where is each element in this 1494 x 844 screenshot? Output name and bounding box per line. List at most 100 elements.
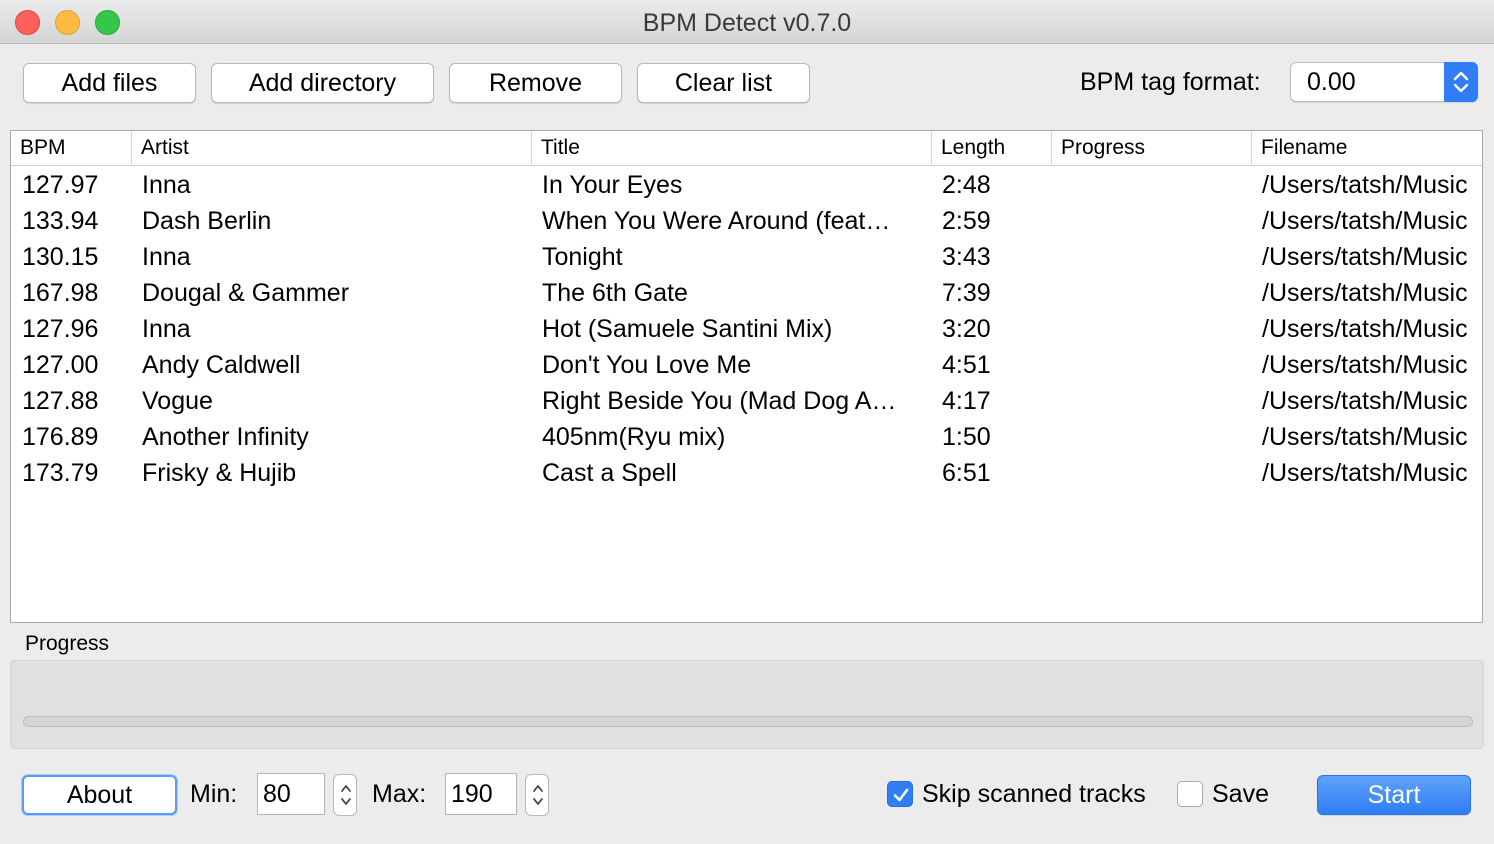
max-bpm-input[interactable]: 190 — [445, 773, 517, 815]
table-row[interactable]: 127.97 Inna In Your Eyes 2:48 /Users/tat… — [11, 167, 1482, 203]
cell-filename: /Users/tatsh/Music — [1262, 423, 1468, 451]
cell-artist: Dougal & Gammer — [142, 279, 350, 307]
about-button[interactable]: About — [22, 775, 177, 815]
start-button[interactable]: Start — [1317, 775, 1471, 815]
skip-scanned-checkbox[interactable] — [887, 781, 913, 807]
cell-bpm: 127.88 — [22, 387, 99, 415]
cell-title: Hot (Samuele Santini Mix) — [542, 315, 833, 343]
cell-filename: /Users/tatsh/Music — [1262, 387, 1468, 415]
cell-bpm: 173.79 — [22, 459, 99, 487]
cell-length: 2:48 — [942, 171, 991, 199]
cell-filename: /Users/tatsh/Music — [1262, 171, 1468, 199]
column-header-artist[interactable]: Artist — [131, 131, 531, 166]
cell-length: 1:50 — [942, 423, 991, 451]
max-label: Max: — [372, 780, 427, 808]
cell-progress — [1051, 383, 1251, 419]
cell-progress — [1051, 455, 1251, 491]
checkmark-icon — [893, 788, 909, 802]
progress-group-label: Progress — [25, 632, 110, 655]
remove-button[interactable]: Remove — [449, 63, 622, 103]
cell-progress — [1051, 203, 1251, 239]
cell-artist: Vogue — [142, 387, 213, 415]
window-title: BPM Detect v0.7.0 — [642, 9, 852, 37]
table-header: BPM Artist Title Length Progress Filenam… — [11, 131, 1482, 166]
cell-title: Don't You Love Me — [542, 351, 752, 379]
clear-list-button[interactable]: Clear list — [637, 63, 810, 103]
progress-group — [10, 660, 1484, 749]
bpm-tag-format-select[interactable]: 0.00 — [1290, 62, 1478, 102]
tracks-table[interactable]: BPM Artist Title Length Progress Filenam… — [10, 130, 1483, 623]
table-row[interactable]: 176.89 Another Infinity 405nm(Ryu mix) 1… — [11, 419, 1482, 455]
bpm-tag-format-value: 0.00 — [1307, 68, 1356, 96]
cell-artist: Inna — [142, 171, 191, 199]
cell-artist: Inna — [142, 243, 191, 271]
cell-bpm: 176.89 — [22, 423, 99, 451]
cell-artist: Another Infinity — [142, 423, 309, 451]
skip-scanned-label[interactable]: Skip scanned tracks — [922, 780, 1146, 809]
cell-title: Tonight — [542, 243, 623, 271]
add-files-button[interactable]: Add files — [23, 63, 196, 103]
add-directory-button[interactable]: Add directory — [211, 63, 434, 103]
cell-title: Cast a Spell — [542, 459, 677, 487]
cell-progress — [1051, 239, 1251, 275]
table-body: 127.97 Inna In Your Eyes 2:48 /Users/tat… — [11, 167, 1482, 491]
cell-progress — [1051, 347, 1251, 383]
cell-filename: /Users/tatsh/Music — [1262, 351, 1468, 379]
table-row[interactable]: 167.98 Dougal & Gammer The 6th Gate 7:39… — [11, 275, 1482, 311]
max-bpm-stepper[interactable] — [525, 774, 549, 816]
cell-artist: Inna — [142, 315, 191, 343]
save-label[interactable]: Save — [1212, 780, 1269, 809]
cell-title: In Your Eyes — [542, 171, 683, 199]
cell-bpm: 130.15 — [22, 243, 99, 271]
table-row[interactable]: 130.15 Inna Tonight 3:43 /Users/tatsh/Mu… — [11, 239, 1482, 275]
cell-title: 405nm(Ryu mix) — [542, 423, 726, 451]
cell-filename: /Users/tatsh/Music — [1262, 207, 1468, 235]
cell-bpm: 167.98 — [22, 279, 99, 307]
cell-length: 7:39 — [942, 279, 991, 307]
cell-progress — [1051, 419, 1251, 455]
cell-title: When You Were Around (feat… — [542, 207, 891, 235]
table-row[interactable]: 127.88 Vogue Right Beside You (Mad Dog A… — [11, 383, 1482, 419]
bpm-tag-format-label: BPM tag format: — [1080, 68, 1261, 96]
column-header-filename[interactable]: Filename — [1251, 131, 1482, 166]
cell-bpm: 127.96 — [22, 315, 99, 343]
table-row[interactable]: 127.96 Inna Hot (Samuele Santini Mix) 3:… — [11, 311, 1482, 347]
table-row[interactable]: 127.00 Andy Caldwell Don't You Love Me 4… — [11, 347, 1482, 383]
column-header-length[interactable]: Length — [931, 131, 1051, 166]
min-label: Min: — [190, 780, 238, 808]
column-header-title[interactable]: Title — [531, 131, 931, 166]
cell-progress — [1051, 311, 1251, 347]
cell-bpm: 127.97 — [22, 171, 99, 199]
cell-bpm: 133.94 — [22, 207, 99, 235]
cell-artist: Frisky & Hujib — [142, 459, 297, 487]
cell-filename: /Users/tatsh/Music — [1262, 279, 1468, 307]
cell-length: 3:20 — [942, 315, 991, 343]
chevron-updown-icon — [533, 785, 543, 805]
save-checkbox[interactable] — [1177, 781, 1203, 807]
cell-filename: /Users/tatsh/Music — [1262, 243, 1468, 271]
column-header-bpm[interactable]: BPM — [11, 131, 131, 166]
table-row[interactable]: 173.79 Frisky & Hujib Cast a Spell 6:51 … — [11, 455, 1482, 491]
cell-length: 6:51 — [942, 459, 991, 487]
cell-length: 3:43 — [942, 243, 991, 271]
cell-filename: /Users/tatsh/Music — [1262, 315, 1468, 343]
cell-length: 4:51 — [942, 351, 991, 379]
chevron-updown-icon[interactable] — [1444, 62, 1478, 102]
chevron-updown-icon — [341, 785, 351, 805]
cell-length: 2:59 — [942, 207, 991, 235]
cell-progress — [1051, 167, 1251, 203]
cell-progress — [1051, 275, 1251, 311]
column-header-progress[interactable]: Progress — [1051, 131, 1251, 166]
cell-artist: Dash Berlin — [142, 207, 272, 235]
table-row[interactable]: 133.94 Dash Berlin When You Were Around … — [11, 203, 1482, 239]
cell-title: The 6th Gate — [542, 279, 688, 307]
overall-progress-bar — [23, 716, 1473, 727]
cell-filename: /Users/tatsh/Music — [1262, 459, 1468, 487]
cell-length: 4:17 — [942, 387, 991, 415]
cell-bpm: 127.00 — [22, 351, 99, 379]
min-bpm-stepper[interactable] — [333, 774, 357, 816]
title-bar: BPM Detect v0.7.0 — [0, 0, 1494, 44]
min-bpm-input[interactable]: 80 — [257, 773, 325, 815]
cell-title: Right Beside You (Mad Dog A… — [542, 387, 897, 415]
cell-artist: Andy Caldwell — [142, 351, 301, 379]
